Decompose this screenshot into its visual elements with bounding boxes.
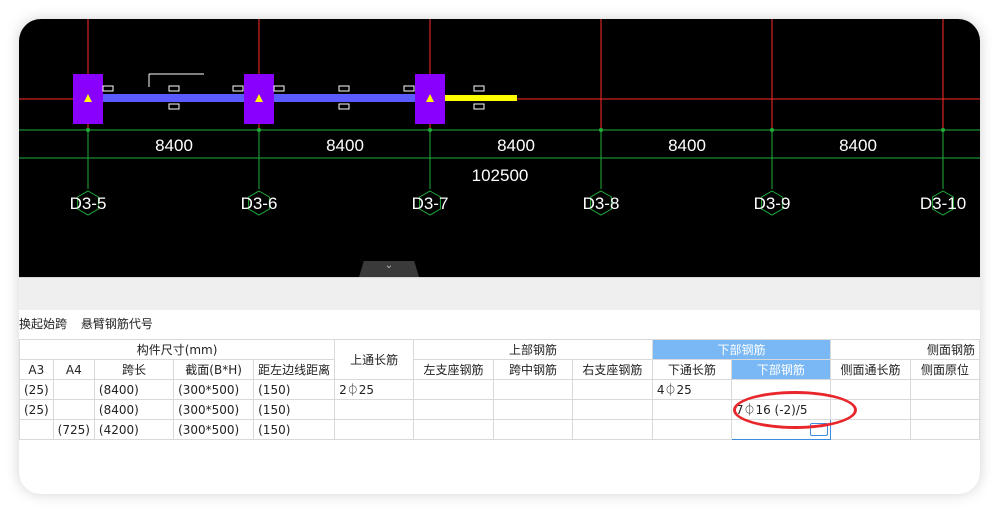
left-support-cell[interactable]	[413, 379, 495, 400]
axis-label: D3-8	[583, 194, 620, 213]
a3-cell[interactable]: (25)	[19, 379, 54, 400]
beam-layer	[87, 94, 517, 102]
header-section: 截面(B*H)	[173, 359, 255, 380]
rebar-input-table: 构件尺寸(mm) 上通长筋 上部钢筋 下部钢筋 侧面钢筋 A3 A4 跨长 截面…	[19, 339, 980, 440]
edge-distance-cell[interactable]: (150)	[253, 379, 336, 400]
a4-cell[interactable]	[52, 379, 95, 400]
right-support-cell[interactable]	[571, 399, 653, 420]
header-top-rebar: 上部钢筋	[413, 339, 653, 360]
dimension-tick	[428, 128, 432, 132]
table-row: (25) (8400) (300*500) (150) 7⏀16 (-2)/5	[19, 399, 980, 420]
header-component-size: 构件尺寸(mm)	[19, 339, 336, 360]
table-row: (725) (4200) (300*500) (150) ···	[19, 419, 980, 440]
axis-markers: D3-5 D3-6 D3-7 D3-8 D3-9 D3-10	[70, 190, 966, 216]
bottom-rebar-cell[interactable]: 7⏀16 (-2)/5	[730, 399, 832, 420]
dimension-labels: 8400 8400 8400 8400 8400 102500	[155, 136, 877, 185]
mid-span-cell[interactable]	[493, 379, 573, 400]
axis-label: D3-10	[920, 194, 966, 213]
menu-cantilever-rebar-code[interactable]: 悬臂钢筋代号	[81, 317, 153, 331]
side-through-cell[interactable]	[830, 419, 912, 440]
header-side-rebar: 侧面钢筋	[830, 339, 980, 360]
span-length-cell[interactable]: (8400)	[93, 399, 175, 420]
header-left-support: 左支座钢筋	[413, 359, 495, 380]
more-options-button[interactable]: ···	[810, 423, 829, 436]
left-support-cell[interactable]	[413, 419, 495, 440]
mid-span-cell[interactable]	[493, 399, 573, 420]
drawing-svg: 8400 8400 8400 8400 8400102500 D3-5 D3-6 D3-7 D…	[19, 19, 980, 216]
header-mid-span: 跨中钢筋	[493, 359, 573, 380]
panel-collapse-handle[interactable]: ⌄	[359, 261, 419, 277]
app-window: 8400 8400 8400 8400 8400 102500 D3-5 D3-6 D3-7 D…	[19, 19, 980, 494]
right-support-cell[interactable]	[571, 419, 653, 440]
header-edge-distance: 距左边线距离	[253, 359, 336, 380]
side-original-cell[interactable]	[910, 419, 980, 440]
table-body: (25) (8400) (300*500) (150) 2⏀25 4⏀25 (25) (840…	[19, 379, 980, 440]
header-bottom-rebar[interactable]: 下部钢筋	[730, 359, 832, 380]
span-length-cell[interactable]: (4200)	[93, 419, 175, 440]
left-support-cell[interactable]	[413, 399, 495, 420]
section-cell[interactable]: (300*500)	[173, 379, 255, 400]
span-dimension-label: 8400	[839, 136, 877, 155]
axis-label: D3-7	[412, 194, 449, 213]
right-support-cell[interactable]	[571, 379, 653, 400]
bottom-rebar-cell[interactable]	[730, 379, 832, 400]
header-a3: A3	[19, 359, 54, 380]
header-right-support: 右支座钢筋	[571, 359, 653, 380]
bottom-through-cell[interactable]	[651, 399, 732, 420]
dimension-tick	[86, 128, 90, 132]
edge-distance-cell[interactable]: (150)	[253, 419, 336, 440]
span-dimension-label: 8400	[155, 136, 193, 155]
axis-lines	[86, 19, 945, 189]
header-bottom-rebar-group[interactable]: 下部钢筋	[651, 339, 832, 360]
axis-label: D3-9	[754, 194, 791, 213]
dimension-tick	[599, 128, 603, 132]
top-through-cell[interactable]	[334, 419, 415, 440]
edge-distance-cell[interactable]: (150)	[253, 399, 336, 420]
span-length-cell[interactable]: (8400)	[93, 379, 175, 400]
side-original-cell[interactable]	[910, 399, 980, 420]
a4-cell[interactable]	[52, 399, 95, 420]
dimension-tick	[770, 128, 774, 132]
menu-change-start-span[interactable]: 换起始跨	[19, 317, 67, 331]
header-row-2: A3 A4 跨长 截面(B*H) 距左边线距离 左支座钢筋 跨中钢筋 右支座钢筋…	[19, 359, 980, 380]
span-dimension-label: 8400	[668, 136, 706, 155]
header-span-length: 跨长	[93, 359, 175, 380]
side-through-cell[interactable]	[830, 399, 912, 420]
mid-span-cell[interactable]	[493, 419, 573, 440]
header-bottom-through: 下通长筋	[651, 359, 732, 380]
dimension-tick	[257, 128, 261, 132]
toolbar-strip	[19, 277, 980, 310]
header-row-1: 构件尺寸(mm) 上通长筋 上部钢筋 下部钢筋 侧面钢筋	[19, 339, 980, 380]
top-through-cell[interactable]	[334, 399, 415, 420]
a4-cell[interactable]: (725)	[52, 419, 95, 440]
a3-cell[interactable]: (25)	[19, 399, 54, 420]
panel-menu: 换起始跨 悬臂钢筋代号	[19, 315, 163, 333]
header-a4: A4	[52, 359, 95, 380]
section-cell[interactable]: (300*500)	[173, 419, 255, 440]
span-dimension-label: 8400	[497, 136, 535, 155]
section-cell[interactable]: (300*500)	[173, 399, 255, 420]
chevron-down-icon: ⌄	[384, 260, 394, 271]
bottom-through-cell[interactable]: 4⏀25	[651, 379, 732, 400]
top-through-cell[interactable]: 2⏀25	[334, 379, 415, 400]
side-through-cell[interactable]	[830, 379, 912, 400]
header-side-through: 侧面通长筋	[830, 359, 912, 380]
header-top-through: 上通长筋	[334, 339, 415, 380]
a3-cell[interactable]	[19, 419, 54, 440]
span-dimension-label: 8400	[326, 136, 364, 155]
bottom-rebar-cell[interactable]: ···	[730, 419, 832, 440]
total-dimension-label: 102500	[472, 166, 529, 185]
header-side-original: 侧面原位	[910, 359, 980, 380]
table-row: (25) (8400) (300*500) (150) 2⏀25 4⏀25	[19, 379, 980, 400]
axis-label: D3-6	[241, 194, 278, 213]
axis-label: D3-5	[70, 194, 107, 213]
bottom-through-cell[interactable]	[651, 419, 732, 440]
side-original-cell[interactable]	[910, 379, 980, 400]
dimension-tick	[941, 128, 945, 132]
cad-drawing-canvas[interactable]: 8400 8400 8400 8400 8400 102500 D3-5 D3-6 D3-7 D…	[19, 19, 980, 277]
